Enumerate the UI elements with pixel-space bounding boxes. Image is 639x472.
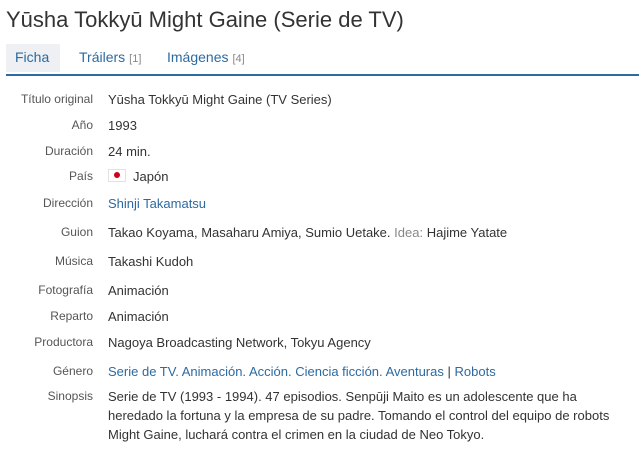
tab-count: [1]: [129, 53, 142, 65]
year-value: 1993: [108, 118, 137, 133]
genre-link-aventuras[interactable]: Aventuras: [386, 364, 444, 379]
director-value: Shinji Takamatsu: [108, 194, 628, 213]
genre-link-accion[interactable]: Acción.: [249, 364, 292, 379]
synopsis-text: Serie de TV (1993 - 1994). 47 episodios.…: [108, 389, 610, 442]
idea-value: Hajime Yatate: [426, 225, 508, 240]
tab-count: [4]: [232, 53, 245, 65]
idea-label: Idea:: [394, 225, 424, 240]
year-label: Año: [71, 118, 93, 132]
director-link[interactable]: Shinji Takamatsu: [108, 196, 206, 211]
genre-value: Serie de TV. Animación. Acción. Ciencia …: [108, 362, 628, 381]
tab-bar: Ficha Tráilers [1] Imágenes [4]: [6, 44, 639, 76]
music-label: Música: [54, 254, 93, 268]
duration-value: 24 min.: [108, 144, 151, 159]
genre-label: Género: [52, 364, 93, 378]
music-value: Takashi Kudoh: [108, 254, 194, 269]
duration-label: Duración: [44, 144, 93, 158]
topic-link-robots[interactable]: Robots: [455, 364, 496, 379]
tab-imagenes[interactable]: Imágenes [4]: [167, 49, 245, 65]
synopsis-label: Sinopsis: [47, 389, 93, 403]
page-title: Yūsha Tokkyū Might Gaine (Serie de TV): [6, 7, 404, 32]
original-title-label: Título original: [20, 92, 93, 106]
tab-label: Tráilers: [79, 49, 126, 65]
genre-link-ciencia-ficcion[interactable]: Ciencia ficción.: [295, 364, 382, 379]
country-name: Japón: [133, 169, 169, 184]
japan-flag-icon: [108, 169, 126, 182]
original-title-value: Yūsha Tokkyū Might Gaine (TV Series): [108, 92, 332, 107]
cast-value: Animación: [108, 309, 169, 324]
production-value: Nagoya Broadcasting Network, Tokyu Agenc…: [108, 335, 371, 350]
screenplay-writers: Takao Koyama, Masaharu Amiya, Sumio Ueta…: [108, 225, 391, 240]
photography-label: Fotografía: [38, 283, 93, 297]
genre-separator: |: [447, 364, 451, 379]
genre-link-animacion[interactable]: Animación.: [182, 364, 246, 379]
country-label: País: [68, 169, 93, 183]
cast-label: Reparto: [50, 309, 93, 323]
director-label: Dirección: [42, 196, 93, 210]
screenplay-label: Guion: [60, 225, 93, 239]
tab-ficha[interactable]: Ficha: [6, 44, 61, 72]
tab-trailers[interactable]: Tráilers [1]: [79, 49, 141, 65]
tab-label: Imágenes: [167, 49, 229, 65]
screenplay-value: Takao Koyama, Masaharu Amiya, Sumio Ueta…: [108, 223, 628, 242]
photography-value: Animación: [108, 283, 169, 298]
production-label: Productora: [34, 335, 93, 349]
country-value: Japón: [108, 167, 628, 186]
tab-label: Ficha: [15, 49, 50, 65]
genre-link-serie-tv[interactable]: Serie de TV.: [108, 364, 179, 379]
